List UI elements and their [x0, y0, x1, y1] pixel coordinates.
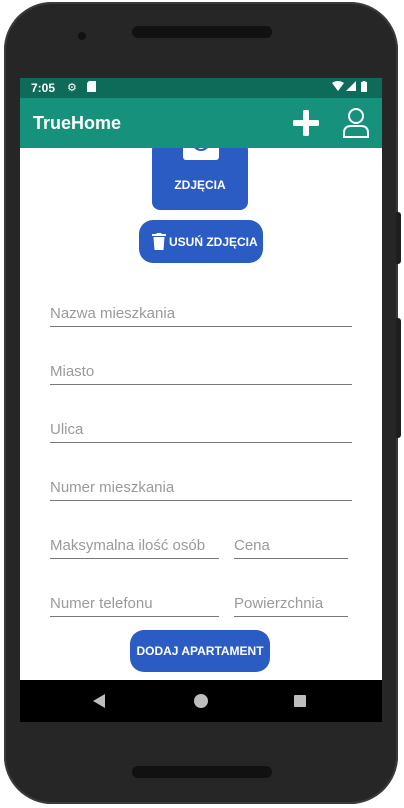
wifi-icon [332, 81, 344, 94]
city-field[interactable]: Miasto [50, 353, 352, 385]
app-title: TrueHome [33, 113, 122, 133]
form-content: ZDJĘCIA USUŃ ZDJĘCIA Nazwa mieszkania Mi… [20, 148, 382, 680]
price-placeholder: Cena [234, 537, 270, 554]
screen: 7:05 ⚙ TrueHome ZDJĘCIA USUŃ ZDJĘCIA Naz… [20, 78, 382, 722]
area-placeholder: Powierzchnia [234, 595, 324, 612]
battery-icon [361, 81, 367, 95]
street-placeholder: Ulica [50, 421, 84, 438]
app-bar: TrueHome [20, 98, 382, 148]
camera-icon [183, 148, 219, 160]
gear-icon: ⚙ [67, 82, 77, 94]
apartment-number-field[interactable]: Numer mieszkania [50, 469, 352, 501]
status-bar: 7:05 ⚙ [20, 78, 382, 98]
add-icon[interactable] [290, 107, 322, 139]
price-field[interactable]: Cena [234, 527, 348, 559]
user-icon[interactable] [342, 107, 370, 139]
back-icon[interactable] [93, 694, 105, 708]
navigation-bar [20, 680, 382, 722]
city-placeholder: Miasto [50, 363, 95, 380]
max-guests-placeholder: Maksymalna ilość osób [50, 537, 206, 554]
area-field[interactable]: Powierzchnia [234, 585, 348, 617]
max-guests-field[interactable]: Maksymalna ilość osób [50, 527, 219, 559]
remove-photos-label: USUŃ ZDJĘCIA [169, 235, 258, 249]
phone-field[interactable]: Numer telefonu [50, 585, 219, 617]
volume-button [396, 212, 401, 264]
street-field[interactable]: Ulica [50, 411, 352, 443]
add-photos-label: ZDJĘCIA [174, 178, 226, 192]
home-icon[interactable] [194, 694, 208, 708]
power-button [396, 318, 401, 438]
sd-card-icon [87, 81, 96, 95]
add-apartment-button[interactable]: DODAJ APARTAMENT [130, 630, 270, 672]
apartment-number-placeholder: Numer mieszkania [50, 479, 175, 496]
remove-photos-button[interactable]: USUŃ ZDJĘCIA [139, 220, 263, 263]
recents-icon[interactable] [294, 695, 306, 707]
earpiece-speaker [132, 26, 272, 38]
add-photos-button[interactable]: ZDJĘCIA [152, 148, 248, 210]
status-time: 7:05 [31, 81, 56, 95]
apartment-name-placeholder: Nazwa mieszkania [50, 305, 176, 322]
signal-icon [346, 81, 356, 94]
apartment-name-field[interactable]: Nazwa mieszkania [50, 294, 352, 327]
phone-placeholder: Numer telefonu [50, 595, 153, 612]
front-camera [78, 32, 86, 40]
bottom-speaker [132, 766, 272, 778]
trash-icon [152, 233, 166, 250]
